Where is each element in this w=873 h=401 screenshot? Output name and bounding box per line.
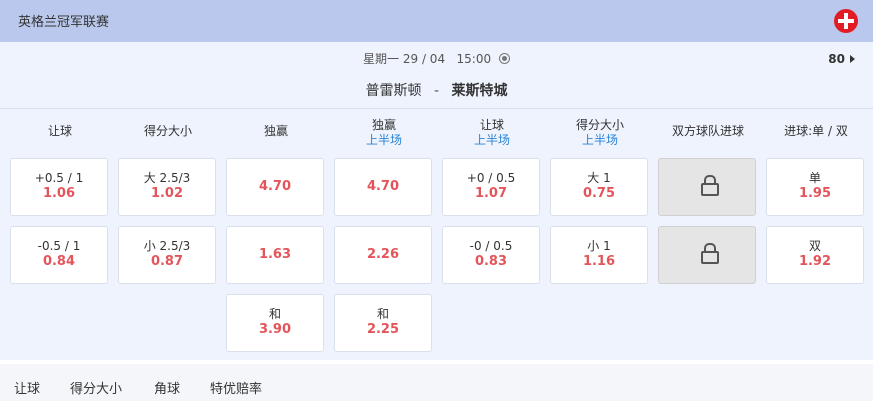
match-date: 星期一 29 / 04 <box>363 52 446 66</box>
divider <box>0 108 873 109</box>
column-header-total: 得分大小 <box>143 124 192 138</box>
odds-cell-total-1h-under[interactable]: 小 1 1.16 <box>550 226 648 284</box>
odds-cell-moneyline-away[interactable]: 1.63 <box>226 226 324 284</box>
tab-corners[interactable]: 角球 <box>154 378 180 397</box>
column-header-odd-even: 进球:单 / 双 <box>784 124 848 138</box>
odds-cell-handicap-away[interactable]: -0.5 / 1 0.84 <box>10 226 108 284</box>
odds-cell-moneyline-1h-home[interactable]: 4.70 <box>334 158 432 216</box>
league-header: 英格兰冠军联赛 <box>0 0 873 42</box>
market-tabs: 让球 得分大小 角球 特优赔率 <box>0 364 873 401</box>
odds-cell-both-teams-score-no <box>658 226 756 284</box>
lock-icon <box>701 175 719 196</box>
odds-cell-handicap-1h-home[interactable]: +0 / 0.5 1.07 <box>442 158 540 216</box>
column-header-moneyline: 独赢 <box>263 124 288 138</box>
tab-special-odds[interactable]: 特优赔率 <box>210 378 262 397</box>
odds-cell-odd[interactable]: 单 1.95 <box>766 158 864 216</box>
column-header-moneyline-1h: 独赢 上半场 <box>365 118 402 147</box>
column-header-both-teams-score: 双方球队进球 <box>671 124 744 138</box>
more-markets-count[interactable]: 80 <box>828 52 855 66</box>
odds-cell-both-teams-score-yes <box>658 158 756 216</box>
tab-handicap[interactable]: 让球 <box>14 378 40 397</box>
odds-cell-total-1h-over[interactable]: 大 1 0.75 <box>550 158 648 216</box>
odds-cell-total-under[interactable]: 小 2.5/3 0.87 <box>118 226 216 284</box>
match-time: 15:00 <box>456 52 492 66</box>
england-flag-icon <box>834 9 858 33</box>
home-team: 普雷斯顿 <box>365 83 422 99</box>
odds-cell-moneyline-1h-draw[interactable]: 和 2.25 <box>334 294 432 352</box>
column-header-handicap: 让球 <box>47 124 72 138</box>
odds-cell-handicap-1h-away[interactable]: -0 / 0.5 0.83 <box>442 226 540 284</box>
tab-total[interactable]: 得分大小 <box>70 378 122 397</box>
odds-cell-moneyline-draw[interactable]: 和 3.90 <box>226 294 324 352</box>
match-teams: 普雷斯顿 - 莱斯特城 <box>0 80 873 100</box>
odds-cell-total-over[interactable]: 大 2.5/3 1.02 <box>118 158 216 216</box>
lock-icon <box>701 243 719 264</box>
odds-cell-moneyline-home[interactable]: 4.70 <box>226 158 324 216</box>
column-header-total-1h: 得分大小 上半场 <box>575 118 624 147</box>
team-separator: - <box>433 83 440 99</box>
away-team: 莱斯特城 <box>451 83 508 99</box>
column-header-handicap-1h: 让球 上半场 <box>473 118 510 147</box>
odds-cell-handicap-home[interactable]: +0.5 / 1 1.06 <box>10 158 108 216</box>
match-datetime: 星期一 29 / 04 15:00 <box>0 50 873 67</box>
league-title: 英格兰冠军联赛 <box>18 15 110 30</box>
live-stream-icon <box>498 53 510 64</box>
odds-cell-even[interactable]: 双 1.92 <box>766 226 864 284</box>
odds-cell-moneyline-1h-away[interactable]: 2.26 <box>334 226 432 284</box>
